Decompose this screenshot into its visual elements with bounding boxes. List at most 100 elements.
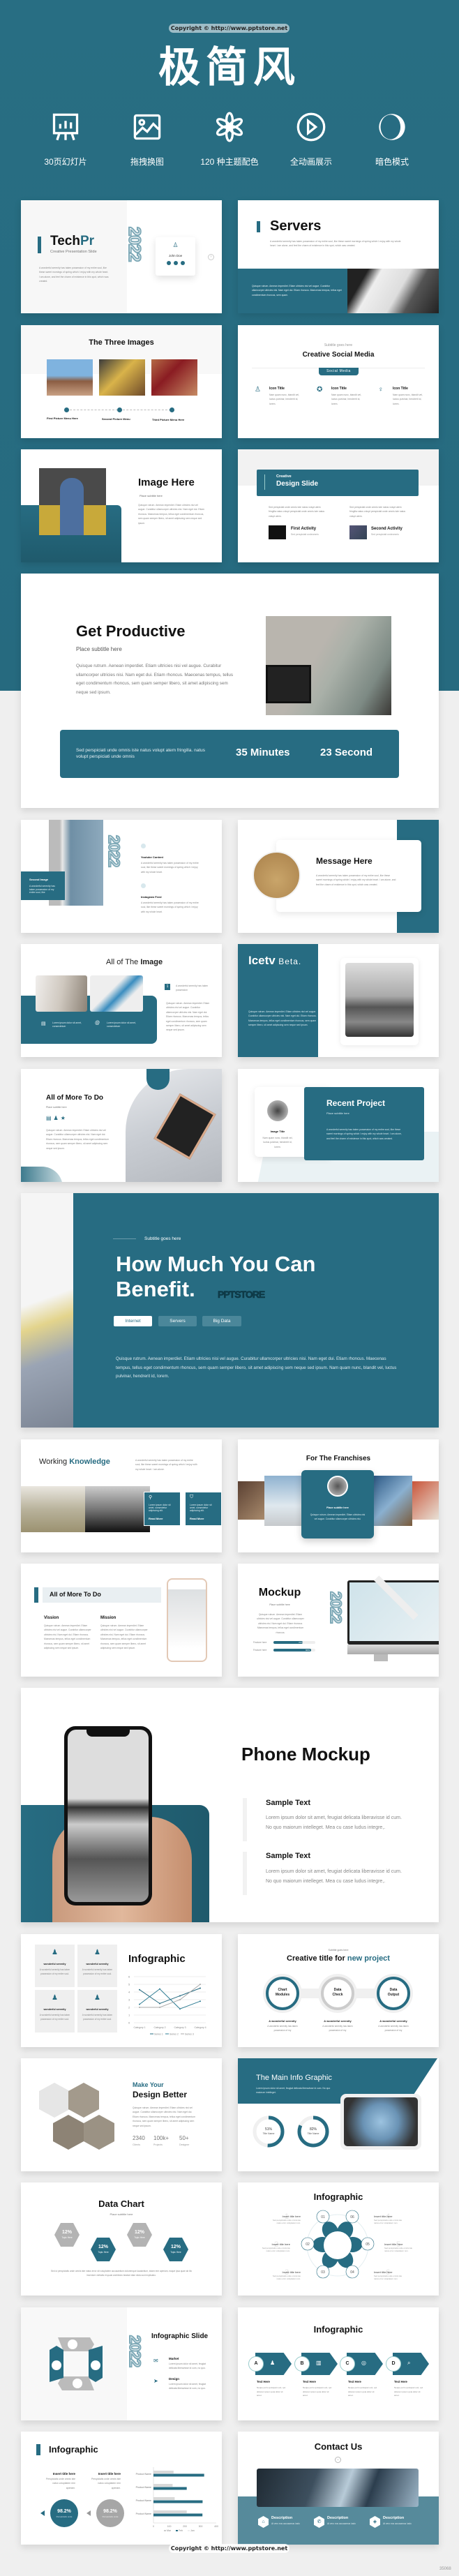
column-title: Insert title here (52, 2472, 75, 2476)
caption-text: A wonderful serenity has taken possessio… (322, 2025, 353, 2032)
x-tick-label: Category 2 (153, 2026, 165, 2029)
percent-value: 98.2% (57, 2509, 71, 2514)
slide-infographic-bars[interactable]: Infographic Insert title here Perspiciat… (21, 2432, 222, 2545)
slide-franchises[interactable]: For The Franchises Place subtitle here Q… (238, 1439, 439, 1552)
chevron-right-icon[interactable]: › (208, 254, 214, 260)
slide-infographic-loop[interactable]: 2022 Infographic Slide ✉ Market Lorem ip… (21, 2307, 222, 2420)
skyscraper-photo (347, 269, 439, 313)
x-tick-label: Category 4 (194, 2026, 206, 2029)
step-icon: ◎ (361, 2360, 366, 2366)
loop-diagram (50, 2337, 103, 2390)
feature-slides: 30页幻灯片 (34, 112, 97, 167)
donut-value: 82% (309, 2127, 317, 2132)
slide-icetv[interactable]: Icetv Beta. Quisque rutrum. Aenean imper… (238, 944, 439, 1057)
stat-label: Projects (153, 2143, 163, 2146)
slide-message[interactable]: Message Here A wonderful serenity has ta… (238, 820, 439, 933)
step-icon: ▥ (316, 2360, 322, 2366)
slide-abcd[interactable]: Infographic A ♟ Text Here Neque porro quisq… (238, 2307, 439, 2420)
box-text: A wonderful serenity has taken possessio… (39, 2014, 70, 2021)
read-more-link[interactable]: Read More (190, 1517, 204, 1520)
chevron-down-icon[interactable]: ⌄ (335, 2457, 341, 2463)
read-more-link[interactable]: Read More (149, 1517, 163, 1520)
donut-label: Title Name (262, 2132, 275, 2135)
slide-data-chart[interactable]: Data Chart Place subtitle here Sed ut pe… (21, 2182, 222, 2296)
tab-internet[interactable]: Internet (114, 1316, 152, 1326)
hex-value: 12% (98, 2245, 108, 2249)
step-icon: ⌕ (407, 2360, 411, 2366)
slide-mockup[interactable]: Mockup Place subtitle here Quisque rutru… (238, 1564, 439, 1677)
insert-text: Sed perspiciatis unde omnis iste natus e… (262, 2247, 290, 2252)
facebook-icon[interactable] (167, 261, 171, 265)
slide-subtitle: Place subtitle here (76, 646, 122, 652)
slide-phone-mockup[interactable]: Phone Mockup Sample Text Lorem ipsum dol… (21, 1688, 439, 1922)
pin-icon: ⚲ (149, 1495, 153, 1500)
document-icon: ▤ (41, 1021, 46, 1026)
slide-get-productive[interactable]: Get Productive Place subtitle here Quisq… (21, 574, 439, 808)
step-title: Text Here (348, 2380, 361, 2383)
tab-big-data[interactable]: Big Data (202, 1316, 241, 1326)
y-tick-label: 6 (128, 1975, 130, 1979)
step-label-line: Check (332, 1993, 343, 1997)
activity-sub: Sed perspiciati undeomnis (291, 533, 319, 536)
hexagon-collage (39, 2083, 114, 2150)
legend-label: Series 3 (185, 2033, 194, 2036)
category-label: Product Name (136, 2473, 151, 2476)
insert-text: Sed perspiciatis unde omnis iste natus e… (272, 2219, 301, 2224)
step-text: Neque porro quisquam est, qui dolorem ip… (303, 2386, 332, 2397)
building-photo (21, 1193, 73, 1428)
slide-vision-mission[interactable]: All of More To Do Vission Mission Quisqu… (21, 1564, 222, 1677)
slide-design[interactable]: Creative Design Slide Sed perspiciati un… (238, 449, 439, 562)
slide-design-better[interactable]: Make Your Design Better Quisque rutrum. … (21, 2058, 222, 2171)
abstract-photo (36, 975, 87, 1012)
social-media-pill[interactable]: Social Media (319, 368, 359, 375)
feature-label: 120 种主题配色 (200, 157, 259, 167)
icon-title: Icon Title (331, 387, 347, 391)
series-line (139, 1988, 201, 2005)
desert-photo (253, 851, 301, 899)
card-text: Quisque rutrum. Aenean imperdiet. Etiam … (310, 1513, 366, 1520)
user-icon: ♟ (52, 1994, 58, 2002)
slide-main-info[interactable]: The Main Info Graphic Lorem ipsum dolor … (238, 2058, 439, 2171)
stat-value: 50+ (179, 2135, 189, 2141)
user-icon: ♙ (172, 241, 179, 248)
slide-three-images[interactable]: The Three Images First Picture Menu Here… (21, 325, 222, 438)
slide-social-media[interactable]: Subtitle goes here Creative Social Media… (238, 325, 439, 438)
contact-text: At vero eos accusamus iusto (383, 2522, 412, 2525)
data-point (179, 1995, 181, 1997)
info-box: ♟ wonderful serenity A wonderful serenity … (35, 1945, 75, 1987)
insert-text: Sed perspiciatis unde omnis iste natus e… (374, 2219, 402, 2224)
insert-title: Insert title here (283, 2215, 301, 2218)
twitter-icon[interactable] (181, 261, 185, 265)
caption-text: A wonderful serenity has taken possessio… (378, 2025, 409, 2032)
instagram-icon[interactable] (174, 261, 178, 265)
slide-all-of-image[interactable]: All of The Image ▤ Lorem ipsum dolor sit… (21, 944, 222, 1057)
dark-mode-icon (379, 114, 405, 140)
slide-image-here[interactable]: Image Here Place subtitle here Quisque r… (21, 449, 222, 562)
insert-title: Insert title here (374, 2270, 393, 2274)
envelope-photo (99, 359, 145, 396)
tab-servers[interactable]: Servers (158, 1316, 197, 1326)
slide-techpr[interactable]: TechPr Creative Presentation Slide A won… (21, 200, 222, 313)
link-text[interactable]: Lorem ipsum dolor sit amet, consectetuer (107, 1021, 136, 1028)
slide-servers[interactable]: Servers A wonderful serenity has taken p… (238, 200, 439, 313)
link-text[interactable]: Lorem ipsum dolor sit amet, consectetuer (52, 1021, 82, 1028)
sample-title: Sample Text (266, 1852, 310, 1860)
architecture-photo (90, 975, 143, 1012)
slide-benefit[interactable]: Subtitle goes here How Much You Can Bene… (21, 1193, 439, 1428)
node-label: 01 (321, 2215, 325, 2219)
slide-ring-infographic[interactable]: Infographic 01 02 03 04 05 06 1 Insert title he… (238, 2182, 439, 2296)
stat-label: Designer (179, 2143, 190, 2146)
slide-infographic-line[interactable]: Infographic 0 1 2 3 4 5 6 Category 1 Category 2 C… (21, 1934, 222, 2047)
hex-label: Topic Here (61, 2236, 73, 2239)
slide-contact[interactable]: Contact Us ⌄ ⌂ Description At vero eos acc… (238, 2432, 439, 2545)
slide-recent-project[interactable]: Image Title Nam quam nunc, blandit vel, … (238, 1069, 439, 1182)
slide-text: A wonderful serenity has taken possessio… (316, 874, 396, 886)
slide-working-knowledge[interactable]: Working Knowledge A wonderful serenity h… (21, 1439, 222, 1552)
user-icon: ♟ (94, 1949, 100, 1956)
y-tick-label: 0 (128, 2021, 130, 2025)
slide-second-image[interactable]: Second Image A wonderful serenity has ta… (21, 820, 222, 933)
hexagon (161, 2236, 190, 2263)
slide-title: Data Chart (98, 2199, 144, 2209)
slide-more-to-do[interactable]: All of More To Do Place subtitle here ▤♟… (21, 1069, 222, 1182)
slide-creative-title[interactable]: Subtitle goes here Creative title for ne… (238, 1934, 439, 2047)
